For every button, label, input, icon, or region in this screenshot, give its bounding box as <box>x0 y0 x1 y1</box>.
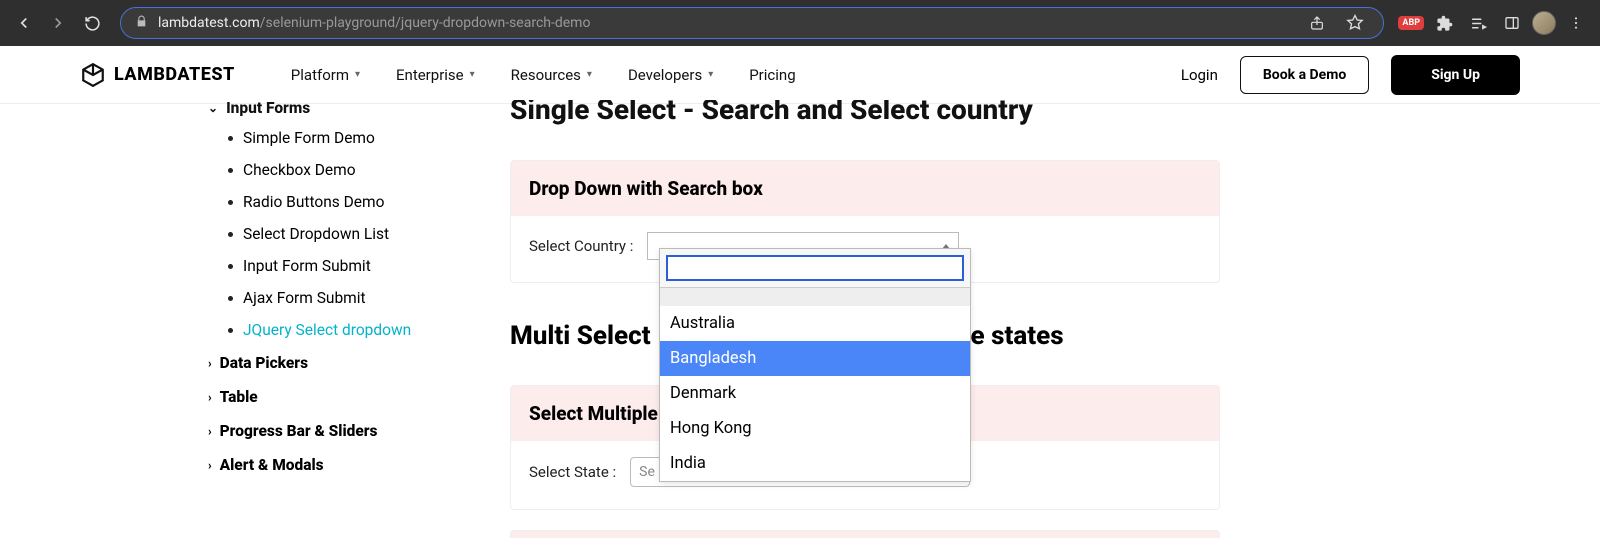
sidebar-group-label: Input Forms <box>226 102 310 114</box>
signup-button[interactable]: Sign Up <box>1391 55 1520 95</box>
chevron-right-icon: › <box>208 390 212 404</box>
sidebar-item-ajax-submit[interactable]: Ajax Form Submit <box>228 282 480 314</box>
chevron-down-icon: ▾ <box>587 69 592 80</box>
chevron-down-icon: ▾ <box>355 69 360 80</box>
login-link[interactable]: Login <box>1181 66 1218 84</box>
chevron-right-icon: › <box>208 458 212 472</box>
chevron-right-icon: › <box>208 424 212 438</box>
abp-extension-icon[interactable]: ABP <box>1398 16 1424 30</box>
sidebar-item-checkbox[interactable]: Checkbox Demo <box>228 154 480 186</box>
nav-developers[interactable]: Developers▾ <box>628 66 713 84</box>
sidebar-group-input-forms[interactable]: ⌄ Input Forms <box>200 102 480 122</box>
dropdown-search-wrap <box>660 249 970 288</box>
sidebar-item-simple-form[interactable]: Simple Form Demo <box>228 122 480 154</box>
share-icon[interactable] <box>1303 9 1331 37</box>
kebab-menu-icon[interactable] <box>1562 9 1590 37</box>
sidebar-group-progress[interactable]: ›Progress Bar & Sliders <box>200 414 480 448</box>
book-demo-button[interactable]: Book a Demo <box>1240 56 1369 94</box>
brand-text: LAMBDATEST <box>114 64 235 85</box>
sidebar-group-data-pickers[interactable]: ›Data Pickers <box>200 346 480 380</box>
select-state-label: Select State : <box>529 463 616 481</box>
reload-button[interactable] <box>78 9 106 37</box>
chevron-down-icon: ▾ <box>708 69 713 80</box>
extensions-icon[interactable] <box>1430 9 1458 37</box>
dropdown-option[interactable]: Hong Kong <box>660 411 970 446</box>
dropdown-option[interactable]: Australia <box>660 306 970 341</box>
nav-pricing[interactable]: Pricing <box>749 66 795 84</box>
chevron-down-icon: ▾ <box>470 69 475 80</box>
dropdown-search-input[interactable] <box>666 255 964 281</box>
sidebar-item-select[interactable]: Select Dropdown List <box>228 218 480 250</box>
dropdown-option[interactable]: Bangladesh <box>660 341 970 376</box>
url-text: lambdatest.com/selenium-playground/jquer… <box>158 15 1293 31</box>
dropdown-option[interactable]: Denmark <box>660 376 970 411</box>
panel-title: Drop Down with Search box <box>511 161 1219 216</box>
profile-avatar[interactable] <box>1532 11 1556 35</box>
panel-peek <box>510 530 1220 538</box>
back-button[interactable] <box>10 9 38 37</box>
nav-enterprise[interactable]: Enterprise▾ <box>396 66 475 84</box>
country-dropdown: Australia Bangladesh Denmark Hong Kong I… <box>659 248 971 482</box>
forward-button[interactable] <box>44 9 72 37</box>
select-country-label: Select Country : <box>529 237 633 255</box>
url-bar[interactable]: lambdatest.com/selenium-playground/jquer… <box>120 7 1384 39</box>
sidebar-item-input-submit[interactable]: Input Form Submit <box>228 250 480 282</box>
page-heading: Single Select - Search and Select countr… <box>510 100 1220 126</box>
media-icon[interactable] <box>1464 9 1492 37</box>
chevron-right-icon: › <box>208 356 212 370</box>
dropdown-option[interactable]: India <box>660 446 970 481</box>
sidebar: ⌄ Input Forms Simple Form Demo Checkbox … <box>200 104 480 538</box>
sidebar-item-radio[interactable]: Radio Buttons Demo <box>228 186 480 218</box>
dropdown-option-empty[interactable] <box>660 288 970 306</box>
lock-icon <box>135 15 148 32</box>
site-header: LAMBDATEST Platform▾ Enterprise▾ Resourc… <box>0 46 1600 104</box>
nav-platform[interactable]: Platform▾ <box>291 66 360 84</box>
browser-chrome: lambdatest.com/selenium-playground/jquer… <box>0 0 1600 46</box>
bookmark-star-icon[interactable] <box>1341 9 1369 37</box>
nav-menu: Platform▾ Enterprise▾ Resources▾ Develop… <box>291 66 796 84</box>
sidebar-group-alert[interactable]: ›Alert & Modals <box>200 448 480 482</box>
panel-icon[interactable] <box>1498 9 1526 37</box>
chevron-down-icon: ⌄ <box>208 102 218 114</box>
sidebar-item-jquery-dropdown[interactable]: JQuery Select dropdown <box>228 314 480 346</box>
brand-logo[interactable]: LAMBDATEST <box>80 62 235 88</box>
nav-resources[interactable]: Resources▾ <box>511 66 592 84</box>
sidebar-group-table[interactable]: ›Table <box>200 380 480 414</box>
